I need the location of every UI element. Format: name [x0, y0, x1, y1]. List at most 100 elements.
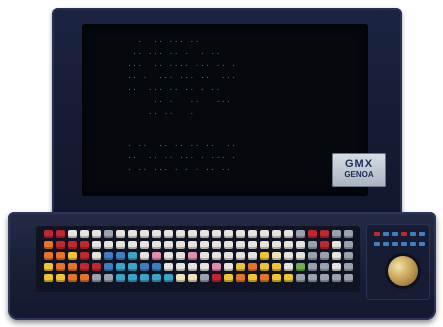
keyboard-key[interactable] [200, 263, 209, 271]
keyboard-key[interactable] [272, 274, 281, 282]
keyboard-key[interactable] [248, 241, 257, 249]
keyboard-key[interactable] [176, 274, 185, 282]
keyboard-key[interactable] [116, 252, 125, 260]
keyboard-key[interactable] [200, 241, 209, 249]
keyboard-key[interactable] [296, 230, 305, 238]
keyboard-key[interactable] [332, 274, 341, 282]
keyboard-key[interactable] [104, 252, 113, 260]
keyboard-key[interactable] [164, 252, 173, 260]
panel-key[interactable] [410, 242, 416, 246]
keyboard-key[interactable] [344, 230, 353, 238]
panel-key[interactable] [419, 232, 425, 236]
keyboard-key[interactable] [128, 252, 137, 260]
keyboard-key[interactable] [80, 274, 89, 282]
keyboard-key[interactable] [140, 252, 149, 260]
keyboard-key[interactable] [104, 230, 113, 238]
keyboard-key[interactable] [296, 263, 305, 271]
keyboard-key[interactable] [200, 252, 209, 260]
keyboard-key[interactable] [140, 263, 149, 271]
keyboard-key[interactable] [344, 241, 353, 249]
keyboard-key[interactable] [284, 263, 293, 271]
keyboard-key[interactable] [80, 241, 89, 249]
keyboard-key[interactable] [128, 230, 137, 238]
keyboard-key[interactable] [296, 241, 305, 249]
keyboard-key[interactable] [344, 252, 353, 260]
keyboard-key[interactable] [104, 263, 113, 271]
keyboard-key[interactable] [44, 230, 53, 238]
keyboard-key[interactable] [248, 274, 257, 282]
keyboard-key[interactable] [296, 274, 305, 282]
keyboard-key[interactable] [272, 252, 281, 260]
keyboard-key[interactable] [224, 252, 233, 260]
keyboard-key[interactable] [68, 252, 77, 260]
keyboard-key[interactable] [164, 263, 173, 271]
keyboard-key[interactable] [188, 241, 197, 249]
keyboard-key[interactable] [188, 230, 197, 238]
keyboard-key[interactable] [284, 274, 293, 282]
keyboard-key[interactable] [236, 230, 245, 238]
keyboard-key[interactable] [260, 252, 269, 260]
keyboard-key[interactable] [320, 252, 329, 260]
keyboard-key[interactable] [320, 274, 329, 282]
keyboard-key[interactable] [92, 274, 101, 282]
keyboard-key[interactable] [224, 230, 233, 238]
keyboard-key[interactable] [260, 274, 269, 282]
keyboard-key[interactable] [212, 263, 221, 271]
keyboard-key[interactable] [308, 274, 317, 282]
keyboard-key[interactable] [128, 274, 137, 282]
keyboard-key[interactable] [332, 263, 341, 271]
keyboard-key[interactable] [44, 241, 53, 249]
keyboard-key[interactable] [212, 230, 221, 238]
keyboard-key[interactable] [212, 241, 221, 249]
keyboard-key[interactable] [116, 263, 125, 271]
keyboard-key[interactable] [188, 252, 197, 260]
keyboard-key[interactable] [272, 263, 281, 271]
keyboard-key[interactable] [68, 230, 77, 238]
keyboard-key[interactable] [152, 274, 161, 282]
keyboard-key[interactable] [116, 274, 125, 282]
keyboard-key[interactable] [344, 263, 353, 271]
panel-key[interactable] [374, 242, 380, 246]
keyboard-key[interactable] [176, 241, 185, 249]
keyboard-key[interactable] [260, 263, 269, 271]
keyboard-key[interactable] [152, 252, 161, 260]
keyboard-key[interactable] [56, 230, 65, 238]
keyboard-key[interactable] [308, 241, 317, 249]
keyboard-key[interactable] [332, 241, 341, 249]
keyboard-key[interactable] [224, 263, 233, 271]
keyboard-key[interactable] [56, 241, 65, 249]
keyboard-key[interactable] [284, 230, 293, 238]
panel-key[interactable] [392, 242, 398, 246]
panel-key[interactable] [401, 232, 407, 236]
keyboard-key[interactable] [56, 263, 65, 271]
keyboard-key[interactable] [188, 263, 197, 271]
keyboard-key[interactable] [152, 263, 161, 271]
keyboard-key[interactable] [164, 230, 173, 238]
keyboard-key[interactable] [320, 263, 329, 271]
keyboard-key[interactable] [176, 230, 185, 238]
keyboard-key[interactable] [92, 241, 101, 249]
keyboard-key[interactable] [176, 252, 185, 260]
keyboard-key[interactable] [200, 274, 209, 282]
keyboard-key[interactable] [104, 274, 113, 282]
keyboard-key[interactable] [56, 274, 65, 282]
keyboard-key[interactable] [320, 241, 329, 249]
keyboard-key[interactable] [152, 230, 161, 238]
keyboard-key[interactable] [152, 241, 161, 249]
keyboard-key[interactable] [272, 241, 281, 249]
keyboard-key[interactable] [236, 241, 245, 249]
keyboard-key[interactable] [260, 230, 269, 238]
keyboard-key[interactable] [248, 252, 257, 260]
keyboard-key[interactable] [92, 263, 101, 271]
keyboard-key[interactable] [200, 230, 209, 238]
keyboard-key[interactable] [68, 263, 77, 271]
keyboard-key[interactable] [296, 252, 305, 260]
panel-key[interactable] [383, 232, 389, 236]
keyboard-key[interactable] [344, 274, 353, 282]
keyboard-key[interactable] [116, 230, 125, 238]
keyboard-key[interactable] [176, 263, 185, 271]
trackball[interactable] [388, 256, 418, 286]
keyboard-key[interactable] [188, 274, 197, 282]
keyboard-key[interactable] [44, 263, 53, 271]
keyboard-key[interactable] [284, 252, 293, 260]
